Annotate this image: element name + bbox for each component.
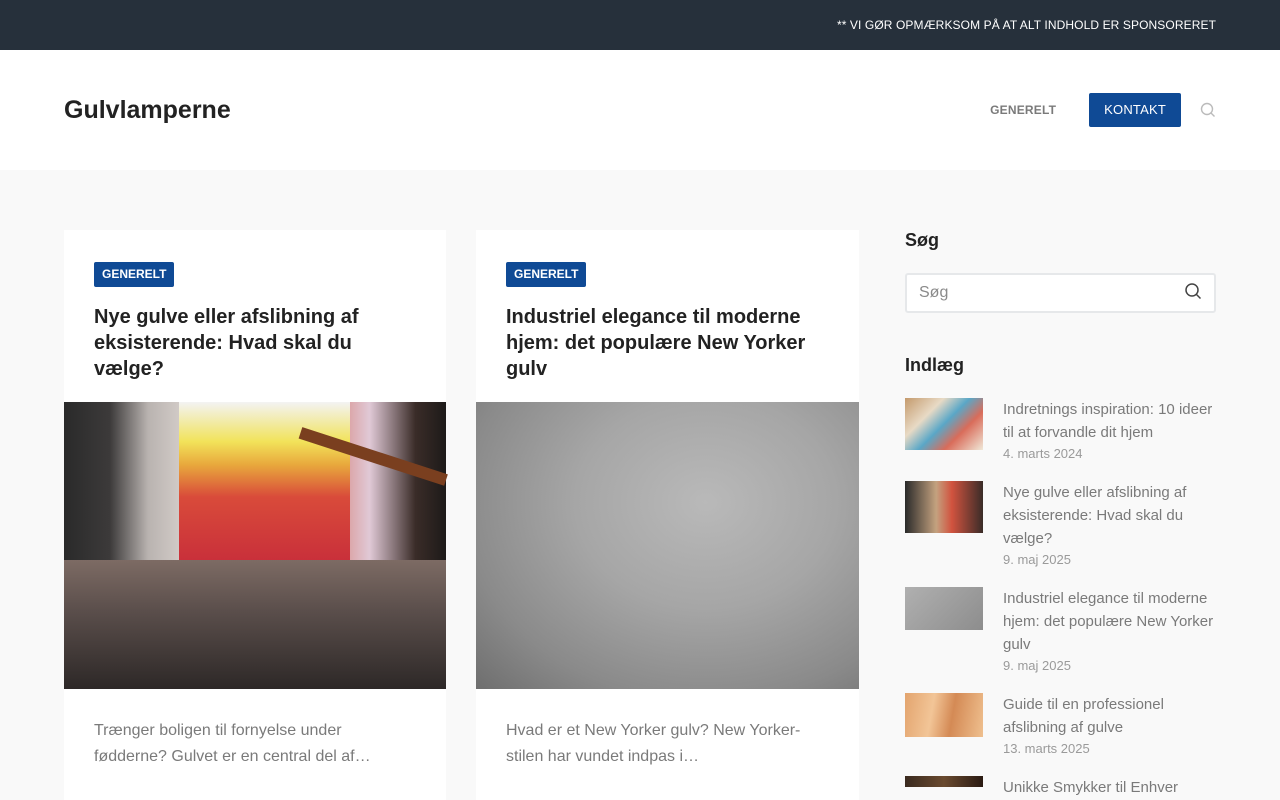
post-link[interactable]: Unikke Smykker til Enhver [1003, 776, 1178, 799]
category-badge[interactable]: GENERELT [506, 262, 587, 287]
nav-generelt[interactable]: GENERELT [990, 103, 1056, 117]
search-heading: Søg [905, 230, 939, 250]
post-thumbnail[interactable] [905, 693, 983, 737]
post-title[interactable]: Nye gulve eller afslibning af eksisteren… [94, 304, 416, 382]
floor-shape [64, 559, 446, 689]
list-item[interactable]: Unikke Smykker til Enhver [905, 776, 1216, 800]
site-logo[interactable]: Gulvlamperne [64, 96, 990, 125]
post-link[interactable]: Guide til en professionel afslibning af … [1003, 693, 1216, 739]
search-icon[interactable] [1200, 102, 1216, 118]
post-thumbnail[interactable] [905, 587, 983, 630]
post-date: 13. marts 2025 [1003, 741, 1090, 756]
sidebar: Søg Indlæg Indretnings inspiration: 10 i… [905, 230, 1216, 800]
post-date: 9. maj 2025 [1003, 658, 1071, 673]
post-date: 4. marts 2024 [1003, 446, 1083, 461]
posts-heading: Indlæg [905, 355, 964, 375]
sponsored-notice: ** VI GØR OPMÆRKSOM PÅ AT ALT INDHOLD ER… [836, 18, 1216, 32]
post-thumbnail[interactable] [905, 481, 983, 533]
post-image[interactable] [64, 402, 448, 689]
window-shape [178, 402, 351, 560]
main-content: GENERELT Nye gulve eller afslibning af e… [0, 170, 1280, 800]
post-date: 9. maj 2025 [1003, 552, 1071, 567]
post-card[interactable]: GENERELT Industriel elegance til moderne… [476, 230, 859, 800]
post-thumbnail[interactable] [905, 398, 983, 450]
list-item[interactable]: Guide til en professionel afslibning af … [905, 693, 1216, 756]
list-item[interactable]: Nye gulve eller afslibning af eksisteren… [905, 481, 1216, 567]
list-item[interactable]: Industriel elegance til moderne hjem: de… [905, 587, 1216, 673]
site-header: Gulvlamperne GENERELT KONTAKT [0, 50, 1280, 170]
post-thumbnail[interactable] [905, 776, 983, 787]
top-notice-bar: ** VI GØR OPMÆRKSOM PÅ AT ALT INDHOLD ER… [0, 0, 1280, 50]
post-image[interactable] [476, 402, 859, 689]
post-link[interactable]: Nye gulve eller afslibning af eksisteren… [1003, 481, 1216, 550]
post-card[interactable]: GENERELT Nye gulve eller afslibning af e… [64, 230, 448, 800]
search-input[interactable] [919, 284, 1184, 302]
search-icon[interactable] [1184, 282, 1202, 305]
main-nav: GENERELT KONTAKT [990, 93, 1216, 127]
recent-posts-list: Indretnings inspiration: 10 ideer til at… [905, 398, 1216, 800]
post-title[interactable]: Industriel elegance til moderne hjem: de… [506, 304, 829, 382]
list-item[interactable]: Indretnings inspiration: 10 ideer til at… [905, 398, 1216, 461]
nav-kontakt-button[interactable]: KONTAKT [1089, 93, 1181, 127]
search-box[interactable] [905, 273, 1216, 313]
post-excerpt: Trænger boligen til fornyelse under fødd… [94, 722, 371, 765]
post-link[interactable]: Industriel elegance til moderne hjem: de… [1003, 587, 1216, 656]
post-link[interactable]: Indretnings inspiration: 10 ideer til at… [1003, 398, 1216, 444]
post-excerpt: Hvad er et New Yorker gulv? New Yorker-s… [506, 722, 801, 765]
category-badge[interactable]: GENERELT [94, 262, 175, 287]
